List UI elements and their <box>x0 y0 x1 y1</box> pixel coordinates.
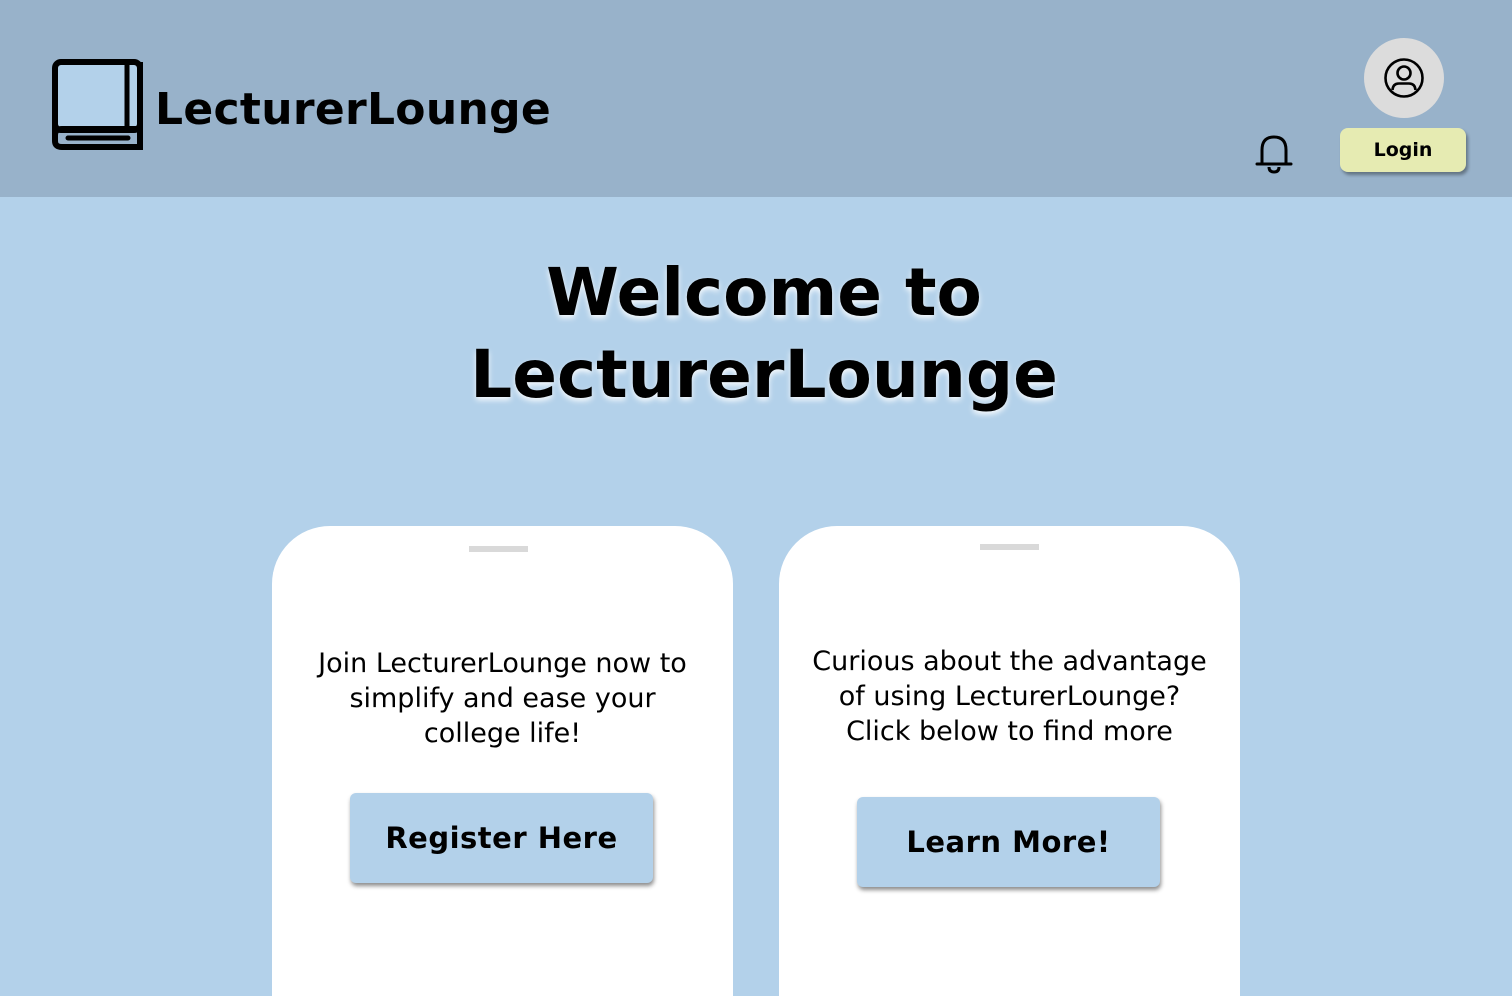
page-title: Welcome to LecturerLounge <box>356 252 1172 416</box>
card-text-line: college life! <box>423 718 582 749</box>
login-button[interactable]: Login <box>1340 128 1466 172</box>
register-card: Join LecturerLounge now to simplify and … <box>272 526 733 996</box>
card-text-line: Curious about the advantage <box>812 646 1207 677</box>
card-text-line: of using LecturerLounge? <box>838 681 1181 712</box>
title-line-1: Welcome to <box>546 254 982 331</box>
bell-icon[interactable] <box>1254 133 1294 175</box>
profile-avatar[interactable] <box>1364 38 1444 118</box>
brand-name[interactable]: LecturerLounge <box>155 80 551 140</box>
card-handle <box>980 544 1039 550</box>
learn-more-card: Curious about the advantage of using Lec… <box>779 526 1240 996</box>
card-text-line: Join LecturerLounge now to <box>318 648 687 679</box>
top-header: LecturerLounge Login <box>0 0 1512 197</box>
learn-more-card-text: Curious about the advantage of using Lec… <box>799 644 1220 749</box>
card-handle <box>469 546 528 552</box>
user-circle-icon <box>1384 58 1424 98</box>
card-text-line: Click below to find more <box>846 716 1173 747</box>
register-card-text: Join LecturerLounge now to simplify and … <box>292 646 713 751</box>
register-button[interactable]: Register Here <box>350 793 653 883</box>
book-icon <box>52 59 143 150</box>
learn-more-button[interactable]: Learn More! <box>857 797 1160 887</box>
title-line-2: LecturerLounge <box>470 336 1058 413</box>
card-text-line: simplify and ease your <box>349 683 656 714</box>
